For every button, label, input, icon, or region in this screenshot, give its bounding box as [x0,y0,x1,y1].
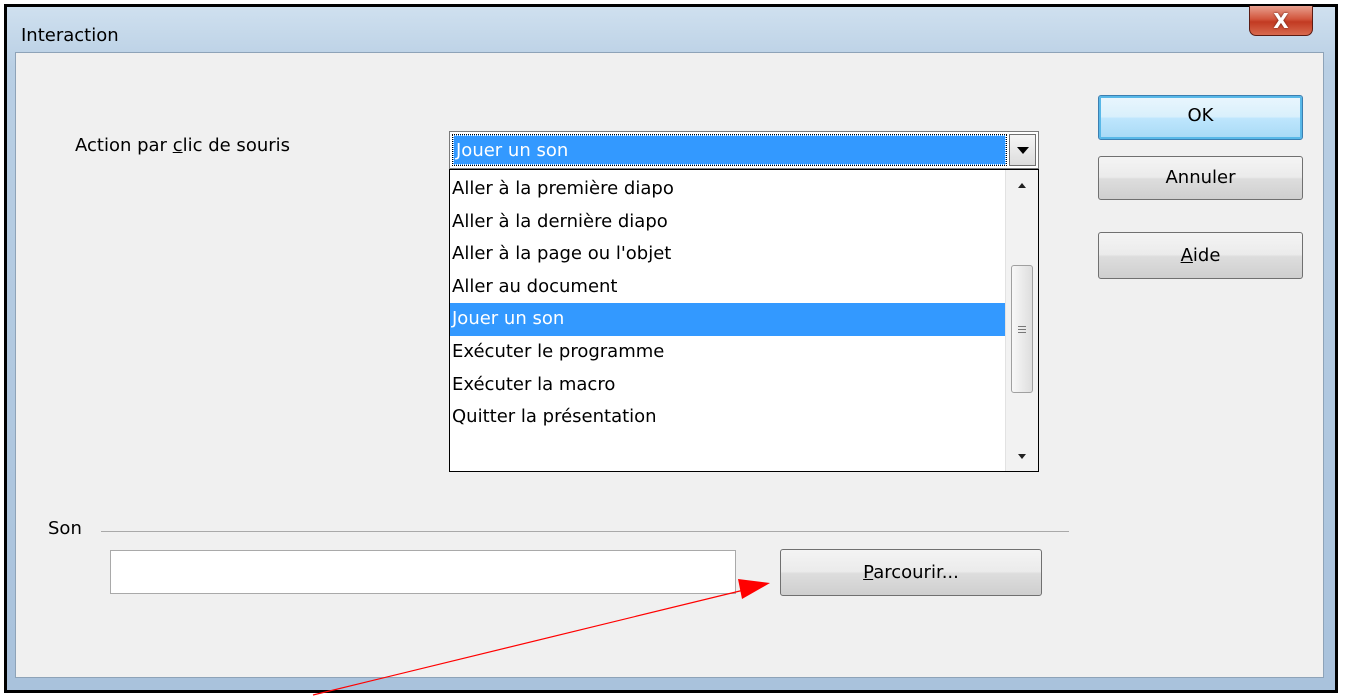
annotation-arrow-head [738,579,770,599]
annotation-arrow-line [312,589,745,696]
annotation-arrow [312,579,770,696]
